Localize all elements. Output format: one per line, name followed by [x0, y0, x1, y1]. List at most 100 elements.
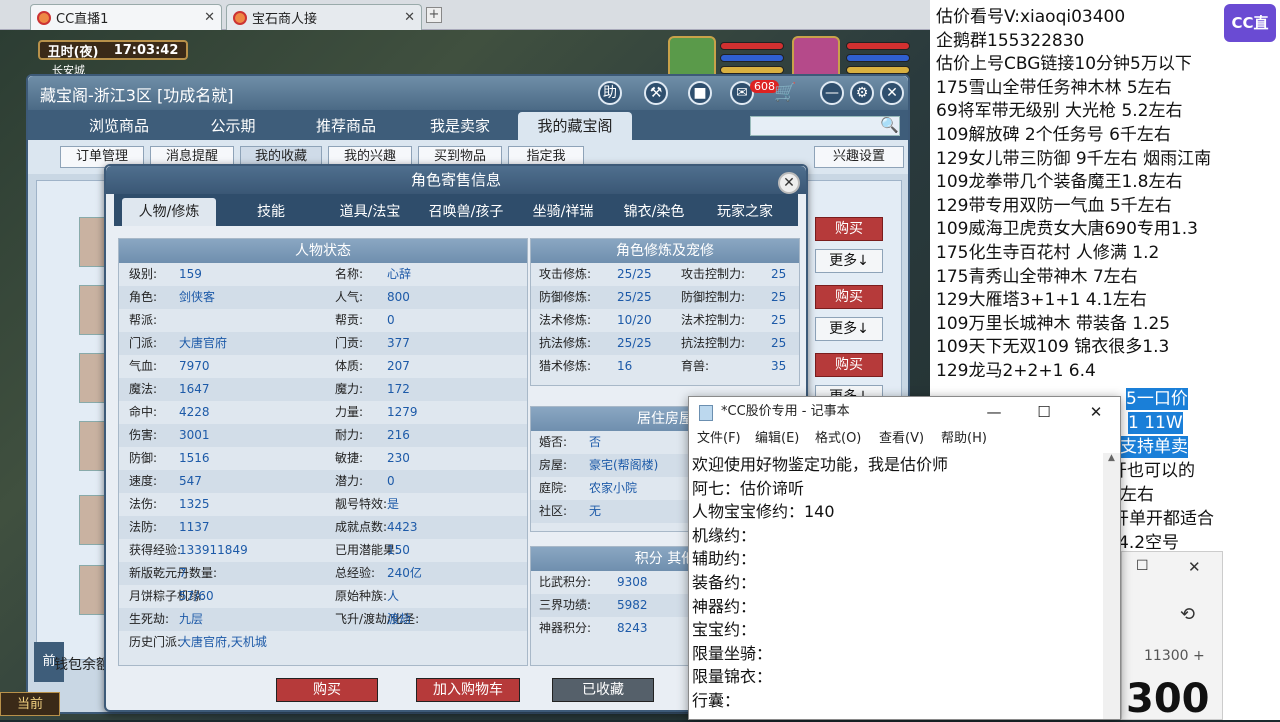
stat-label: 原始种族: — [335, 589, 388, 603]
cart-icon[interactable]: 🛒 — [774, 82, 796, 103]
status-row: 速度: 547 潜力: 0 — [119, 470, 527, 493]
notepad-line: 宝宝约： — [692, 620, 757, 640]
record-icon[interactable]: ■ — [688, 81, 712, 105]
stat-label: 新版乾元丹数量: — [129, 566, 218, 580]
buy-button[interactable]: 购买 — [815, 353, 883, 377]
partial-price-line: 开单开都适合 — [1112, 509, 1214, 529]
stat-value: 1647 — [179, 382, 210, 396]
gear-icon[interactable]: ⚙ — [850, 81, 874, 105]
game-time-label: 丑时(夜) — [47, 44, 99, 60]
minimize-icon[interactable]: — — [820, 81, 844, 105]
menu-file[interactable]: 文件(F) — [697, 427, 741, 451]
status-row: 获得经验: 133911849 已用潜能果: 150 — [119, 539, 527, 562]
residence-label: 庭院: — [539, 481, 568, 495]
stat-label: 名称: — [335, 267, 364, 281]
tab-my-pavilion[interactable]: 我的藏宝阁 — [518, 112, 632, 140]
maximize-icon[interactable]: ☐ — [1136, 558, 1149, 574]
role-tabs: 人物/修炼 技能 道具/法宝 召唤兽/孩子 坐骑/祥瑞 锦衣/染色 玩家之家 — [114, 194, 798, 226]
tab-mounts[interactable]: 坐骑/祥瑞 — [516, 198, 610, 226]
calc-expression: 11300 + — [1144, 648, 1205, 664]
stat-label: 耐力: — [335, 428, 364, 442]
interest-settings-button[interactable]: 兴趣设置 — [814, 146, 904, 168]
tab-browse[interactable]: 浏览商品 — [74, 112, 164, 140]
stat-value: 7970 — [179, 359, 210, 373]
cultivation-value: 16 — [617, 359, 633, 373]
close-icon[interactable]: ✕ — [204, 10, 215, 25]
stat-label: 获得经验: — [129, 543, 182, 557]
hammer-icon[interactable]: ⚒ — [644, 81, 668, 105]
menu-format[interactable]: 格式(O) — [815, 427, 861, 451]
maximize-button[interactable]: ☐ — [1021, 397, 1067, 427]
notepad-line: 辅助约： — [692, 549, 757, 569]
status-row: 防御: 1516 敏捷: 230 — [119, 447, 527, 470]
close-button[interactable]: ✕ — [1073, 397, 1119, 427]
tab-skills[interactable]: 技能 — [226, 198, 316, 226]
menu-edit[interactable]: 编辑(E) — [755, 427, 799, 451]
stat-label: 历史门派: — [129, 635, 182, 649]
notepad-scrollbar[interactable]: ▲ — [1103, 453, 1120, 719]
new-tab-button[interactable]: + — [426, 7, 442, 23]
residence-value: 否 — [589, 435, 602, 449]
cultivation-label: 防御修炼: — [539, 290, 592, 304]
price-line: 175青秀山全带神木 7左右 — [936, 266, 1138, 287]
channel-current[interactable]: 当前 — [0, 692, 60, 716]
favorited-button[interactable]: 已收藏 — [552, 678, 654, 702]
history-icon[interactable]: ⟲ — [1180, 604, 1195, 625]
main-nav: 浏览商品 公示期 推荐商品 我是卖家 我的藏宝阁 🔍 — [28, 110, 908, 140]
tab-outfits[interactable]: 锦衣/染色 — [610, 198, 698, 226]
tab-seller[interactable]: 我是卖家 — [412, 112, 508, 140]
minimize-button[interactable]: — — [971, 397, 1017, 427]
close-icon[interactable]: ✕ — [880, 81, 904, 105]
more-button[interactable]: 更多↓ — [815, 317, 883, 341]
notepad-text-area[interactable]: 欢迎使用好物鉴定功能，我是估价师 阿七：估价谛听 人物宝宝修约：140 机缘约： 辅助约… — [692, 453, 1102, 721]
cultivation-row: 猎术修炼: 16 育兽: 35 — [531, 355, 799, 378]
browser-tab-cc-live[interactable]: CC直播1 ✕ — [30, 4, 222, 30]
tab-pets[interactable]: 召唤兽/孩子 — [416, 198, 516, 226]
price-line: 129带专用双防一气血 5千左右 — [936, 195, 1172, 216]
cultivation-label: 抗法控制力: — [681, 336, 746, 350]
stat-label: 人气: — [335, 290, 364, 304]
search-input[interactable] — [750, 116, 900, 136]
close-icon[interactable]: ✕ — [404, 10, 415, 25]
buy-button[interactable]: 购买 — [815, 285, 883, 309]
stat-label: 法防: — [129, 520, 158, 534]
tab-public[interactable]: 公示期 — [188, 112, 278, 140]
browser-tab-bar: CC直播1 ✕ 宝石商人接 ✕ + — [0, 0, 930, 30]
score-label: 三界功绩: — [539, 598, 592, 612]
price-line: 129龙马2+2+1 6.4 — [936, 361, 1096, 381]
cultivation-value: 25 — [771, 313, 787, 327]
tab-home[interactable]: 玩家之家 — [698, 198, 792, 226]
tab-recommended[interactable]: 推荐商品 — [298, 112, 394, 140]
close-icon[interactable]: ✕ — [1188, 558, 1201, 576]
pet-exp-bar — [720, 66, 784, 74]
stat-value: 是 — [387, 497, 400, 511]
stat-label: 魔力: — [335, 382, 364, 396]
price-line: 129大雁塔3+1+1 4.1左右 — [936, 290, 1147, 311]
close-icon[interactable]: ✕ — [778, 172, 800, 194]
stat-label: 总经验: — [335, 566, 376, 580]
notepad-window: *CC股价专用 - 记事本 — ☐ ✕ 文件(F) 编辑(E) 格式(O) 查看… — [688, 396, 1121, 720]
more-button[interactable]: 更多↓ — [815, 249, 883, 273]
menu-view[interactable]: 查看(V) — [879, 427, 924, 451]
partial-price-line: 开也可以的 — [1110, 461, 1195, 481]
buy-button[interactable]: 购买 — [276, 678, 378, 702]
stat-label: 级别: — [129, 267, 158, 281]
status-row: 气血: 7970 体质: 207 — [119, 355, 527, 378]
stat-value: 3001 — [179, 428, 210, 442]
add-to-cart-button[interactable]: 加入购物车 — [416, 678, 520, 702]
stat-value: 0 — [387, 474, 395, 488]
status-row: 命中: 4228 力量: 1279 — [119, 401, 527, 424]
search-icon[interactable]: 🔍 — [880, 116, 899, 134]
stat-label: 伤害: — [129, 428, 158, 442]
stat-label: 魔法: — [129, 382, 158, 396]
menu-help[interactable]: 帮助(H) — [941, 427, 987, 451]
stat-value: 57/60 — [179, 589, 214, 603]
stat-value: 133911849 — [179, 543, 248, 557]
scroll-up-icon[interactable]: ▲ — [1103, 453, 1120, 463]
buy-button[interactable]: 购买 — [815, 217, 883, 241]
cultivation-panel: 角色修炼及宠修 攻击修炼: 25/25 攻击控制力: 25 防御修炼: 25/25 防御控制… — [530, 238, 800, 386]
help-button[interactable]: 助 — [598, 81, 622, 105]
tab-character[interactable]: 人物/修炼 — [122, 198, 216, 226]
browser-tab-gem-merchant[interactable]: 宝石商人接 ✕ — [226, 4, 422, 30]
tab-items[interactable]: 道具/法宝 — [322, 198, 418, 226]
